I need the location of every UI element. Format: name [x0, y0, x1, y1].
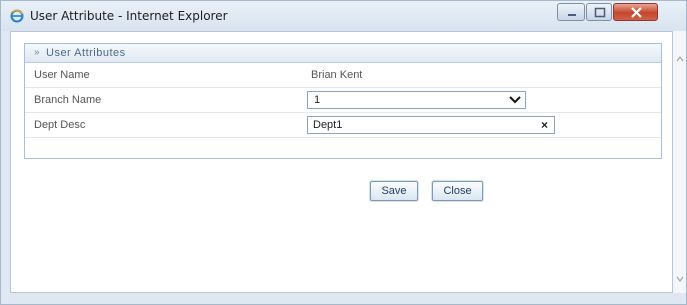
chevron-down-icon[interactable]	[509, 95, 521, 105]
branch-name-label: Branch Name	[34, 94, 102, 106]
panel-title: User Attributes	[46, 47, 126, 59]
clear-icon[interactable]: ×	[541, 118, 548, 132]
dept-desc-label: Dept Desc	[34, 119, 86, 131]
branch-name-selected-value: 1	[314, 94, 321, 106]
dialog-content: » User Attributes User Name Brian Kent B…	[10, 31, 673, 293]
user-name-row: User Name Brian Kent	[25, 63, 661, 88]
branch-name-row: Branch Name 1	[25, 88, 661, 113]
user-attributes-panel: » User Attributes User Name Brian Kent B…	[24, 43, 662, 159]
save-button[interactable]: Save	[370, 181, 418, 201]
user-name-label: User Name	[34, 69, 90, 81]
window-title: User Attribute - Internet Explorer	[30, 9, 228, 23]
vertical-scrollbar[interactable]	[673, 31, 686, 293]
title-bar[interactable]: User Attribute - Internet Explorer	[1, 1, 686, 31]
branch-name-select[interactable]: 1	[307, 91, 526, 109]
internet-explorer-icon	[10, 9, 24, 23]
maximize-button[interactable]	[586, 3, 612, 21]
panel-header[interactable]: » User Attributes	[25, 44, 661, 63]
expand-chevron-icon[interactable]: »	[34, 47, 40, 58]
ie-window: User Attribute - Internet Explorer » Use…	[0, 0, 687, 305]
scroll-down-icon[interactable]	[676, 275, 684, 283]
close-icon	[631, 7, 642, 18]
dept-desc-input[interactable]	[307, 116, 555, 134]
maximize-icon	[594, 7, 606, 18]
close-button[interactable]: Close	[432, 181, 483, 201]
minimize-icon	[568, 14, 576, 16]
scroll-up-icon[interactable]	[676, 55, 684, 63]
minimize-button[interactable]	[557, 3, 585, 21]
user-name-value: Brian Kent	[311, 69, 363, 81]
dept-desc-row: Dept Desc ×	[25, 113, 661, 138]
close-window-button[interactable]	[613, 3, 658, 21]
